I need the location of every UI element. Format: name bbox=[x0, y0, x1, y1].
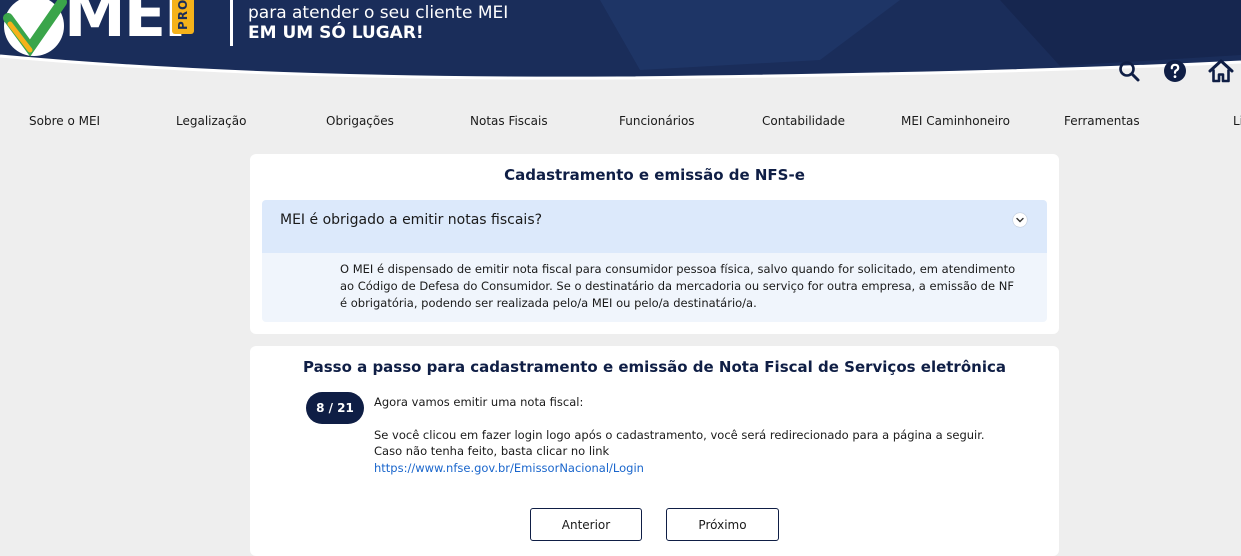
nav-item-contabilidade[interactable]: Contabilidade bbox=[762, 114, 845, 128]
faq-card: Cadastramento e emissão de NFS-e MEI é o… bbox=[250, 154, 1059, 334]
banner-divider bbox=[230, 0, 233, 46]
nav-item-funcionarios[interactable]: Funcionários bbox=[619, 114, 695, 128]
step-line2: Se você clicou em fazer login logo após … bbox=[374, 427, 985, 459]
nav-item-ferramentas[interactable]: Ferramentas bbox=[1064, 114, 1140, 128]
accordion-header[interactable]: MEI é obrigado a emitir notas fiscais? bbox=[262, 200, 1047, 253]
logo-text: MEI bbox=[64, 0, 187, 51]
steps-card-title: Passo a passo para cadastramento e emiss… bbox=[303, 358, 1006, 376]
logo-check-icon bbox=[3, 0, 67, 57]
next-button[interactable]: Próximo bbox=[666, 508, 779, 541]
step-content: Agora vamos emitir uma nota fiscal: Se v… bbox=[374, 394, 1014, 476]
step-line1: Agora vamos emitir uma nota fiscal: bbox=[374, 395, 584, 409]
accordion-question: MEI é obrigado a emitir notas fiscais? bbox=[280, 212, 543, 228]
home-icon[interactable] bbox=[1208, 58, 1234, 84]
accordion-answer: O MEI é dispensado de emitir nota fiscal… bbox=[340, 262, 1016, 310]
emissor-login-link[interactable]: https://www.nfse.gov.br/EmissorNacional/… bbox=[374, 461, 644, 475]
header-banner: MEI PRO para atender o seu cliente MEI E… bbox=[0, 0, 1241, 90]
help-icon[interactable] bbox=[1162, 58, 1188, 84]
tagline-line2: EM UM SÓ LUGAR! bbox=[248, 23, 424, 43]
logo-badge: PRO bbox=[172, 0, 194, 34]
nav-item-notas-fiscais[interactable]: Notas Fiscais bbox=[470, 114, 548, 128]
nav-item-obrigacoes[interactable]: Obrigações bbox=[326, 114, 394, 128]
top-icons bbox=[1116, 58, 1234, 84]
tagline-line1: para atender o seu cliente MEI bbox=[248, 3, 509, 23]
chevron-down-icon[interactable] bbox=[1013, 213, 1027, 227]
main-nav: Sobre o MEI Legalização Obrigações Notas… bbox=[0, 112, 1241, 132]
nav-item-truncated[interactable]: Li bbox=[1233, 114, 1241, 128]
search-icon[interactable] bbox=[1116, 58, 1142, 84]
steps-card: Passo a passo para cadastramento e emiss… bbox=[250, 346, 1059, 556]
step-indicator: 8 / 21 bbox=[306, 392, 364, 424]
nav-item-mei-caminhoneiro[interactable]: MEI Caminhoneiro bbox=[901, 114, 1010, 128]
previous-button[interactable]: Anterior bbox=[530, 508, 642, 541]
faq-card-title: Cadastramento e emissão de NFS-e bbox=[504, 166, 805, 184]
nav-item-legalizacao[interactable]: Legalização bbox=[176, 114, 246, 128]
nav-item-sobre-o-mei[interactable]: Sobre o MEI bbox=[29, 114, 100, 128]
accordion-body: O MEI é dispensado de emitir nota fiscal… bbox=[262, 253, 1047, 322]
